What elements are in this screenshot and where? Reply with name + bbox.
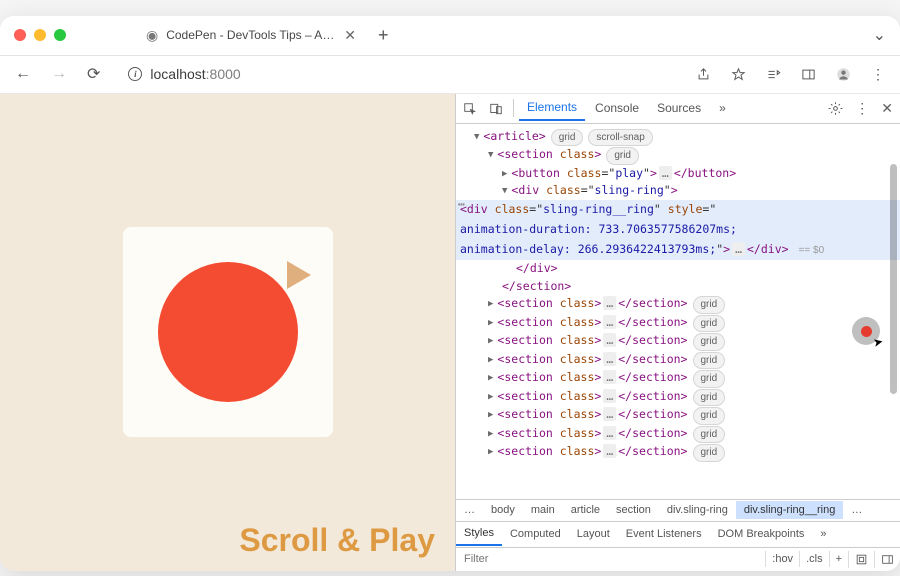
tab-elements[interactable]: Elements	[519, 96, 585, 121]
tab-layout[interactable]: Layout	[569, 524, 618, 544]
gutter-ellipsis: ⋯	[458, 196, 465, 214]
tabs-more[interactable]: »	[711, 97, 734, 119]
dom-node[interactable]: </section>	[456, 278, 900, 296]
devtools-close-icon[interactable]: ✕	[876, 96, 898, 121]
reload-button[interactable]: ⟳	[82, 62, 105, 86]
menu-icon[interactable]: ⋮	[866, 64, 890, 85]
titlebar: ◉ CodePen - DevTools Tips – Ani… ✕ + ⌄	[0, 16, 900, 56]
close-window-button[interactable]	[14, 29, 26, 41]
maximize-window-button[interactable]	[54, 29, 66, 41]
dom-node[interactable]: <button class="play">…</button>	[456, 165, 900, 183]
dom-node-selected[interactable]: <div class="sling-ring__ring" style=" an…	[456, 200, 900, 259]
browser-tab[interactable]: ◉ CodePen - DevTools Tips – Ani… ✕	[136, 23, 366, 48]
inspect-icon[interactable]	[458, 96, 482, 120]
tab-computed[interactable]: Computed	[502, 524, 569, 544]
dom-node[interactable]: <article>gridscroll-snap	[456, 128, 900, 147]
dom-node[interactable]: <section class>…</section>grid	[456, 295, 900, 314]
tab-console[interactable]: Console	[587, 97, 647, 119]
cls-toggle[interactable]: .cls	[799, 551, 829, 567]
demo-card	[123, 227, 333, 437]
dom-node[interactable]: <section class>…</section>grid	[456, 388, 900, 407]
dom-node[interactable]: <section class>…</section>grid	[456, 369, 900, 388]
globe-icon: ◉	[146, 27, 158, 44]
share-icon[interactable]	[691, 64, 716, 85]
computed-toggle-icon[interactable]	[848, 551, 874, 568]
media-icon[interactable]	[761, 64, 786, 85]
address-path: :8000	[206, 66, 241, 82]
cursor-dot-icon	[861, 326, 872, 337]
tab-title: CodePen - DevTools Tips – Ani…	[166, 28, 336, 42]
device-icon[interactable]	[484, 96, 508, 120]
new-tab-button[interactable]: +	[372, 23, 395, 48]
scrollbar[interactable]	[890, 164, 897, 394]
dom-node[interactable]: <section class>…</section>grid	[456, 443, 900, 462]
content: Scroll & Play Elements Console Sources »…	[0, 94, 900, 571]
dom-tree[interactable]: ⋯ <article>gridscroll-snap <section clas…	[456, 124, 900, 499]
dom-node[interactable]: <section class>…</section>grid	[456, 332, 900, 351]
breadcrumb[interactable]: … body main article section div.sling-ri…	[456, 499, 900, 521]
styles-more[interactable]: »	[812, 524, 834, 544]
styles-filter-bar: :hov .cls +	[456, 547, 900, 571]
styles-tabbar: Styles Computed Layout Event Listeners D…	[456, 521, 900, 547]
window-controls	[14, 29, 66, 41]
hov-toggle[interactable]: :hov	[765, 551, 799, 567]
devtools-tabbar: Elements Console Sources » ⋮ ✕	[456, 94, 900, 124]
tab-dom-breakpoints[interactable]: DOM Breakpoints	[710, 524, 813, 544]
cursor-highlight: ➤	[852, 317, 880, 345]
tab-styles[interactable]: Styles	[456, 523, 502, 546]
dom-node[interactable]: <div class="sling-ring">	[456, 182, 900, 200]
tab-sources[interactable]: Sources	[649, 97, 709, 119]
play-icon[interactable]	[287, 261, 311, 289]
profile-avatar[interactable]	[831, 64, 856, 85]
minimize-window-button[interactable]	[34, 29, 46, 41]
back-button[interactable]: ←	[10, 63, 36, 85]
bookmark-icon[interactable]	[726, 64, 751, 85]
dom-node[interactable]: <section class>…</section>grid	[456, 406, 900, 425]
kebab-icon[interactable]: ⋮	[850, 96, 874, 121]
page-viewport: Scroll & Play	[0, 94, 455, 571]
hero-text: Scroll & Play	[239, 522, 435, 559]
gear-icon[interactable]	[823, 96, 848, 121]
devtools-panel: Elements Console Sources » ⋮ ✕ ⋯ <articl…	[455, 94, 900, 571]
dom-node[interactable]: <section class>…</section>grid	[456, 314, 900, 333]
panel-dock-icon[interactable]	[874, 551, 900, 568]
tabs-expand-button[interactable]: ⌄	[873, 25, 886, 45]
panel-icon[interactable]	[796, 64, 821, 85]
site-info-icon[interactable]: i	[128, 67, 142, 81]
style-animation-duration: animation-duration: 733.7063577586207ms;	[460, 222, 737, 236]
forward-button[interactable]: →	[46, 63, 72, 85]
filter-input[interactable]	[456, 549, 765, 569]
dom-node[interactable]: <section class>…</section>grid	[456, 351, 900, 370]
close-tab-icon[interactable]: ✕	[344, 28, 356, 42]
dom-node[interactable]: <section class>grid	[456, 146, 900, 165]
color-wheel	[158, 262, 298, 402]
toolbar: ← → ⟳ i localhost:8000 ⋮	[0, 56, 900, 94]
new-style-rule-button[interactable]: +	[829, 551, 848, 567]
browser-window: ◉ CodePen - DevTools Tips – Ani… ✕ + ⌄ ←…	[0, 16, 900, 571]
dom-node[interactable]: </div>	[456, 260, 900, 278]
dom-node[interactable]: <section class>…</section>grid	[456, 425, 900, 444]
address-host: localhost	[150, 66, 205, 82]
address-bar[interactable]: i localhost:8000	[115, 61, 681, 87]
tab-event-listeners[interactable]: Event Listeners	[618, 524, 710, 544]
